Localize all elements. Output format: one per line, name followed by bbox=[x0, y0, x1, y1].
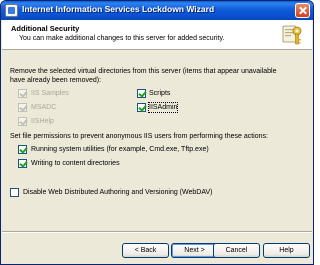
page-subtitle: You can make additional changes to this … bbox=[19, 35, 225, 42]
msadc-checkbox bbox=[18, 103, 27, 112]
footer-divider bbox=[2, 231, 312, 233]
scripts-label[interactable]: Scripts bbox=[149, 89, 170, 98]
iis-samples-label: IIS Samples bbox=[31, 90, 69, 97]
scripts-checkbox[interactable] bbox=[137, 89, 146, 98]
disable-webdav-checkbox[interactable] bbox=[10, 188, 19, 197]
msadc-label: MSADC bbox=[31, 104, 57, 111]
writing-content-label[interactable]: Writing to content directories bbox=[31, 159, 120, 168]
back-button[interactable]: < Back bbox=[122, 243, 169, 258]
next-button[interactable]: Next > bbox=[171, 243, 218, 258]
remove-dirs-instruction-line2: have already been removed): bbox=[10, 77, 102, 84]
disable-webdav-label[interactable]: Disable Web Distributed Authoring and Ve… bbox=[23, 188, 213, 197]
wizard-header: Additional Security You can make additio… bbox=[2, 20, 312, 50]
wizard-icon bbox=[282, 25, 302, 45]
iishelp-label: IISHelp bbox=[31, 118, 54, 125]
writing-content-checkbox[interactable] bbox=[18, 159, 27, 168]
iishelp-checkbox bbox=[18, 117, 27, 126]
remove-dirs-instruction-line1: Remove the selected virtual directories … bbox=[10, 68, 277, 75]
iis-samples-checkbox bbox=[18, 89, 27, 98]
title-bar[interactable]: Internet Information Services Lockdown W… bbox=[1, 1, 313, 20]
help-button[interactable]: Help bbox=[263, 243, 310, 258]
iisadmin-label[interactable]: IISAdmin bbox=[147, 102, 179, 113]
cancel-button[interactable]: Cancel bbox=[213, 243, 260, 258]
file-permissions-instruction: Set file permissions to prevent anonymou… bbox=[10, 133, 268, 140]
running-utilities-checkbox[interactable] bbox=[18, 145, 27, 154]
running-utilities-label[interactable]: Running system utilities (for example, C… bbox=[31, 145, 209, 154]
close-icon[interactable] bbox=[295, 3, 310, 18]
app-icon bbox=[5, 4, 18, 17]
iisadmin-checkbox[interactable] bbox=[137, 103, 146, 112]
wizard-window: Internet Information Services Lockdown W… bbox=[0, 0, 314, 265]
page-title: Additional Security bbox=[11, 24, 80, 33]
window-title: Internet Information Services Lockdown W… bbox=[22, 4, 215, 14]
